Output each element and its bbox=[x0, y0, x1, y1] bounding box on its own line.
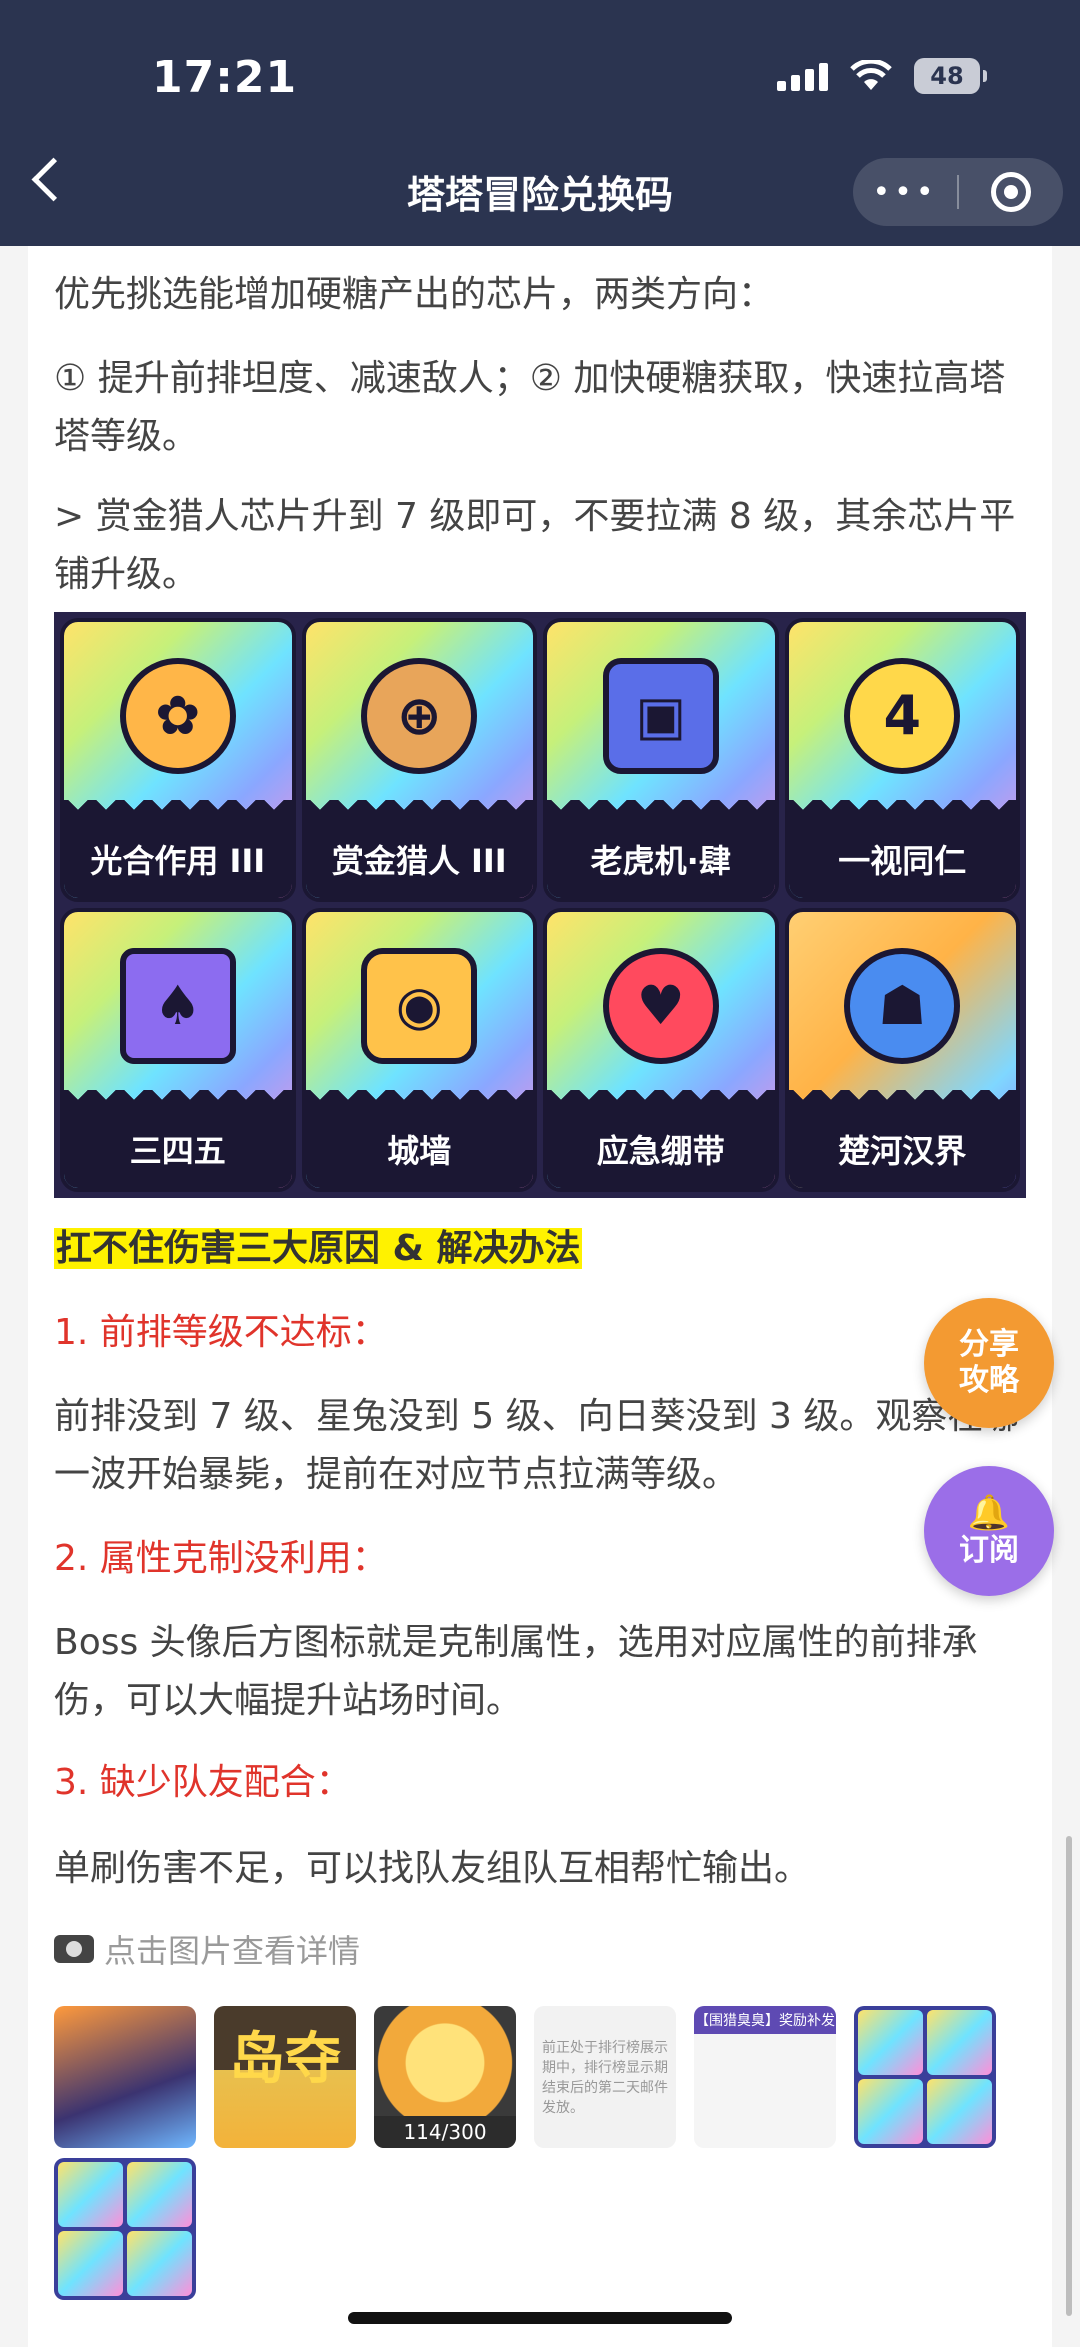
gallery-thumbnail[interactable]: 前正处于排行榜展示期中，排行榜显示期结束后的第二天邮件发放。 bbox=[534, 2006, 676, 2148]
gallery-thumbnail[interactable]: 岛夺 bbox=[214, 2006, 356, 2148]
target-icon bbox=[991, 172, 1031, 212]
paragraph: ① 提升前排坦度、减速敌人；② 加快硬糖获取，快速拉高塔塔等级。 bbox=[54, 358, 1006, 457]
paragraph: > 赏金猎人芯片升到 7 级即可，不要拉满 8 级，其余芯片平铺升级。 bbox=[54, 496, 1016, 595]
gallery-title: 点击图片查看详情 bbox=[54, 1926, 360, 1972]
thumbnail-text: 岛夺 bbox=[229, 2027, 341, 2092]
shield-icon: ◉ bbox=[361, 947, 478, 1064]
target-cookie-icon: ⊕ bbox=[361, 657, 478, 774]
thumbnail-text: 【围猎臭臭】奖励补发 bbox=[694, 2006, 836, 2034]
highlighted-heading: 扛不住伤害三大原因 & 解决办法 bbox=[54, 1228, 583, 1269]
top-bar: 17:21 48 塔塔冒险兑换码 ••• bbox=[0, 0, 1080, 246]
chip-card: 4 一视同仁 bbox=[784, 618, 1020, 902]
scrollbar[interactable] bbox=[1066, 1836, 1072, 2316]
chip-label: 光合作用 III bbox=[64, 800, 292, 898]
chip-card: ♥ 应急绷带 bbox=[543, 908, 779, 1192]
chip-image[interactable]: ✿ 光合作用 III ⊕ 赏金猎人 III ▣ 老虎机·肆 4 一视同仁 ♠ 三… bbox=[54, 612, 1026, 1198]
share-label-2: 攻略 bbox=[959, 1363, 1019, 1398]
gallery-thumbnail[interactable]: 114/300 bbox=[374, 2006, 516, 2148]
reason-title: 3. 缺少队友配合： bbox=[54, 1762, 352, 1803]
chip-label: 老虎机·肆 bbox=[547, 800, 775, 898]
chip-label: 一视同仁 bbox=[788, 800, 1016, 898]
number-badge-icon: 4 bbox=[844, 657, 961, 774]
mini-program-capsule: ••• bbox=[853, 158, 1063, 226]
signal-icon bbox=[777, 61, 828, 91]
candy-icon: ✿ bbox=[119, 657, 236, 774]
thumbnail-text: 114/300 bbox=[374, 2116, 516, 2148]
status-time: 17:21 bbox=[152, 52, 298, 103]
camera-icon bbox=[54, 1935, 94, 1963]
chip-card: ✿ 光合作用 III bbox=[60, 618, 296, 902]
gallery-thumbnail[interactable] bbox=[54, 2006, 196, 2148]
gallery-thumbnail[interactable] bbox=[54, 2158, 196, 2300]
close-button[interactable] bbox=[959, 172, 1063, 212]
chip-card: ♠ 三四五 bbox=[60, 908, 296, 1192]
share-guide-button[interactable]: 分享 攻略 bbox=[924, 1298, 1054, 1428]
thumbnail-text: 前正处于排行榜展示期中，排行榜显示期结束后的第二天邮件发放。 bbox=[542, 2040, 668, 2116]
paragraph: 前排没到 7 级、星兔没到 5 级、向日葵没到 3 级。观察在哪一波开始暴毙，提… bbox=[54, 1396, 1020, 1495]
subscribe-label: 订阅 bbox=[959, 1533, 1019, 1568]
battery-icon: 48 bbox=[914, 58, 987, 94]
paragraph: 单刷伤害不足，可以找队友组队互相帮忙输出。 bbox=[54, 1848, 811, 1889]
subscribe-button[interactable]: 🔔 订阅 bbox=[924, 1466, 1054, 1596]
share-label-1: 分享 bbox=[959, 1327, 1019, 1362]
chip-card: ☗ 楚河汉界 bbox=[784, 908, 1020, 1192]
paragraph: Boss 头像后方图标就是克制属性，选用对应属性的前排承伤，可以大幅提升站场时间… bbox=[54, 1622, 978, 1721]
left-gutter bbox=[0, 246, 28, 2347]
wifi-icon bbox=[850, 60, 892, 90]
section-heading: 扛不住伤害三大原因 & 解决办法 bbox=[54, 1220, 1034, 1278]
gallery-thumbnail[interactable] bbox=[854, 2006, 996, 2148]
thumbnail-chip-grid bbox=[54, 2158, 196, 2300]
chip-card: ▣ 老虎机·肆 bbox=[543, 618, 779, 902]
reason-title: 2. 属性克制没利用： bbox=[54, 1538, 388, 1579]
paragraph: 优先挑选能增加硬糖产出的芯片，两类方向： bbox=[54, 274, 775, 315]
thumbnail-chip-grid bbox=[854, 2006, 996, 2148]
chip-label: 应急绷带 bbox=[547, 1090, 775, 1188]
more-button[interactable]: ••• bbox=[853, 175, 957, 210]
gallery-thumbnail[interactable]: 【围猎臭臭】奖励补发 bbox=[694, 2006, 836, 2148]
heart-bandage-icon: ♥ bbox=[602, 947, 719, 1064]
chip-label: 赏金猎人 III bbox=[305, 800, 533, 898]
chip-card: ◉ 城墙 bbox=[301, 908, 537, 1192]
gallery-title-text: 点击图片查看详情 bbox=[104, 1932, 361, 1970]
status-icons: 48 bbox=[777, 58, 987, 94]
reason-title: 1. 前排等级不达标： bbox=[54, 1312, 388, 1353]
chip-label: 城墙 bbox=[305, 1090, 533, 1188]
chip-label: 楚河汉界 bbox=[788, 1090, 1016, 1188]
home-indicator[interactable] bbox=[348, 2312, 732, 2324]
bell-icon: 🔔 bbox=[967, 1493, 1011, 1533]
chip-card: ⊕ 赏金猎人 III bbox=[301, 618, 537, 902]
article-body: 优先挑选能增加硬糖产出的芯片，两类方向： ① 提升前排坦度、减速敌人；② 加快硬… bbox=[0, 246, 1080, 2347]
map-icon: ☗ bbox=[844, 947, 961, 1064]
cards-icon: ♠ bbox=[119, 947, 236, 1064]
slot-machine-icon: ▣ bbox=[602, 657, 719, 774]
chip-label: 三四五 bbox=[64, 1090, 292, 1188]
